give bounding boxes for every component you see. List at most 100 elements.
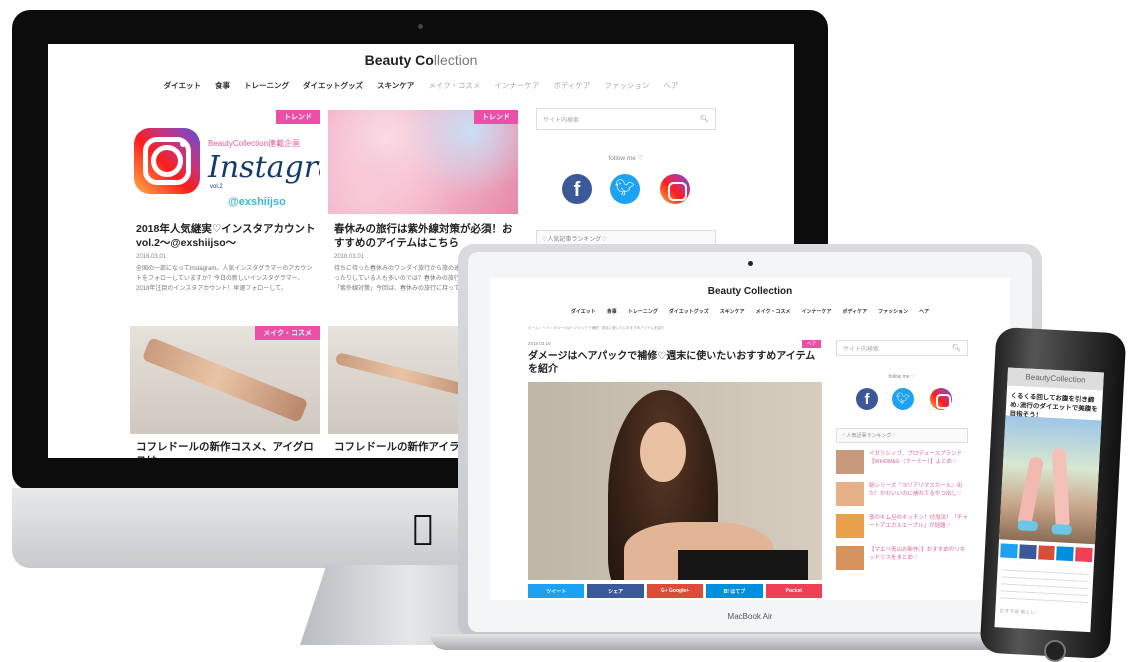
search-icon[interactable]: 🔍︎ <box>952 344 961 352</box>
twitter-icon[interactable]: 🐦︎ <box>610 174 640 204</box>
ranking-title[interactable]: 【マエベ青山お新作♪】おすすめのリキッドリスをまとめ♡ <box>869 546 968 570</box>
ranking-thumbnail <box>836 546 864 570</box>
nav-item[interactable]: ファッション <box>878 308 908 315</box>
iphone-screen: BeautyCollection くるくる回してお腹を引き締め♪流行のダイエット… <box>994 367 1104 633</box>
thumb-vol: vol.2 <box>210 184 223 190</box>
macbook-screen: Beauty Collection ダイエット 食事 トレーニング ダイエットグッズ ス… <box>490 278 1010 600</box>
body-text-lines <box>999 563 1090 608</box>
pocket-share-button[interactable] <box>1075 547 1093 563</box>
nav-item[interactable]: スキンケア <box>720 308 745 315</box>
share-button[interactable]: シェア <box>587 584 644 598</box>
ranking-thumbnail <box>836 482 864 506</box>
category-tag[interactable]: トレンド <box>276 110 320 124</box>
macbook-label: MacBook Air <box>727 612 773 621</box>
article-date: 2018.03.16 <box>528 341 551 346</box>
mobile-share-buttons <box>1000 543 1093 563</box>
nav-item[interactable]: トレーニング <box>628 308 658 315</box>
share-button[interactable]: G+ Google+ <box>646 584 704 598</box>
leg-shape <box>1017 456 1045 528</box>
ranking-item[interactable]: イガリシノブ、プロデュースブランド【WHOMEE（フーミー）】よとめ♡ <box>836 450 968 474</box>
nav-item[interactable]: ファッション <box>604 80 649 91</box>
main-nav: ダイエット 食事 トレーニング ダイエットグッズ スキンケア メイク・コスメ インナーケア ボ… <box>48 80 794 91</box>
share-button[interactable]: ツイート <box>528 584 585 598</box>
article-excerpt: 全国の一部になってInstagram。人気インスタグラマーのアカウントをフォロー… <box>136 266 313 292</box>
macbook-camera <box>748 261 753 266</box>
instagram-icon[interactable] <box>930 388 952 410</box>
nav-item[interactable]: ボディケア <box>553 80 590 91</box>
article-card[interactable]: BeautyCollection連載企画 Instagram vol.2 @ex… <box>130 110 320 315</box>
ranking-thumbnail <box>836 450 864 474</box>
follow-label: follow me ♡ <box>608 155 644 162</box>
nav-item[interactable]: トレーニング <box>244 80 289 91</box>
site-logo[interactable]: Beauty Collection <box>490 286 1010 297</box>
site-logo[interactable]: Beauty Collection <box>48 52 794 68</box>
ranking-thumbnail <box>836 514 864 538</box>
ranking-title[interactable]: イガリシノブ、プロデュースブランド【WHOMEE（フーミー）】よとめ♡ <box>869 450 968 474</box>
share-buttons: ツイート シェア G+ Google+ B! はてブ Pocket <box>528 584 823 598</box>
twitter-share-button[interactable] <box>1000 543 1018 559</box>
lipgloss-thumbnail <box>130 326 320 434</box>
article-card[interactable]: メイク・コスメ コフレドールの新作コスメ、アイグロスは <box>130 326 320 458</box>
runner-image <box>999 415 1102 545</box>
nav-item[interactable]: メイク・コスメ <box>428 80 480 91</box>
category-tag[interactable]: ヘア <box>802 340 821 348</box>
facebook-icon[interactable]: f <box>562 174 592 204</box>
ranking-title[interactable]: 夜のキム旦のキッチン！付加法！「チャートアエカルエーブル」が話題♡ <box>869 514 968 538</box>
search-input[interactable]: サイト内検索 🔍︎ <box>836 340 968 356</box>
iphone-home-button[interactable] <box>1044 640 1066 662</box>
nav-item[interactable]: インナーケア <box>494 80 539 91</box>
instagram-icon[interactable] <box>660 174 690 204</box>
hero-image <box>528 382 822 580</box>
main-nav: ダイエット 食事 トレーニング ダイエットグッズ スキンケア メイク・コスメ インナーケア ボ… <box>490 308 1010 315</box>
twitter-icon[interactable]: 🐦︎ <box>892 388 914 410</box>
instagram-thumbnail: BeautyCollection連載企画 Instagram vol.2 @ex… <box>130 110 320 214</box>
google-share-button[interactable] <box>1037 545 1056 561</box>
nav-item[interactable]: ダイエット <box>571 308 596 315</box>
leg-shape <box>1051 448 1070 529</box>
article-date: 2018.03.01 <box>136 254 167 260</box>
nav-item[interactable]: インナーケア <box>801 308 831 315</box>
nav-item[interactable]: ダイエットグッズ <box>669 308 709 315</box>
nav-item[interactable]: スキンケア <box>377 80 414 91</box>
ranking-item[interactable]: 新シリーズ『ヨリアリマスカール』出た！かわいいのに崩れてるやつ出し♡ <box>836 482 968 506</box>
nav-item[interactable]: ヘア <box>919 308 929 315</box>
face-shape <box>640 422 686 482</box>
shoe-shape <box>1017 520 1039 532</box>
article-title[interactable]: 2018年人気継実♡インスタアカウント vol.2〜@exshiijso〜 <box>136 222 316 250</box>
facebook-icon[interactable]: f <box>856 388 878 410</box>
follow-label: follow me ♡ <box>888 374 916 380</box>
apple-logo-icon:  <box>408 510 438 546</box>
nav-item[interactable]: ボディケア <box>842 308 867 315</box>
shoe-shape <box>1051 523 1072 536</box>
category-tag[interactable]: トレンド <box>474 110 518 124</box>
mobile-footer-text: おすすめ 新しい <box>999 608 1036 617</box>
nav-item[interactable]: ヘア <box>663 80 678 91</box>
imac-camera <box>418 24 423 29</box>
search-input[interactable]: サイト内検索 🔍︎ <box>536 108 716 130</box>
facebook-share-button[interactable] <box>1018 544 1037 560</box>
category-tag[interactable]: メイク・コスメ <box>255 326 320 340</box>
thumb-caption: BeautyCollection連載企画 <box>208 139 301 148</box>
ranking-heading: ♡人気記事ランキング♡ <box>836 428 968 443</box>
nav-item[interactable]: メイク・コスメ <box>756 308 791 315</box>
macbook-base <box>430 634 1070 650</box>
search-icon[interactable]: 🔍︎ <box>700 115 709 123</box>
nav-item[interactable]: ダイエットグッズ <box>303 80 363 91</box>
cherry-blossom-thumbnail <box>328 110 518 214</box>
hatena-share-button[interactable] <box>1056 546 1074 562</box>
share-button[interactable]: B! はてブ <box>706 584 763 598</box>
ranking-item[interactable]: 【マエベ青山お新作♪】おすすめのリキッドリスをまとめ♡ <box>836 546 968 570</box>
nav-item[interactable]: 食事 <box>607 308 617 315</box>
nav-item[interactable]: 食事 <box>215 80 230 91</box>
lipgloss-tube <box>141 337 309 423</box>
breadcrumb[interactable]: ホーム > ヘア > ダメージはヘアパックで補修♡週末に使いたいおすすめアイテム… <box>528 326 664 331</box>
ranking-title[interactable]: 新シリーズ『ヨリアリマスカール』出た！かわいいのに崩れてるやつ出し♡ <box>869 482 968 506</box>
share-button[interactable]: Pocket <box>765 584 823 598</box>
article-title[interactable]: コフレドールの新作コスメ、アイグロスは <box>136 440 320 458</box>
ranking-item[interactable]: 夜のキム旦のキッチン！付加法！「チャートアエカルエーブル」が話題♡ <box>836 514 968 538</box>
thumb-script-text: Instagram <box>208 150 320 185</box>
nav-item[interactable]: ダイエット <box>164 80 201 91</box>
thumb-handle: @exshiijso <box>228 196 286 208</box>
top-shape <box>678 550 808 580</box>
article-title: ダメージはヘアパックで補修♡週末に使いたいおすすめアイテムを紹介 <box>528 351 816 375</box>
